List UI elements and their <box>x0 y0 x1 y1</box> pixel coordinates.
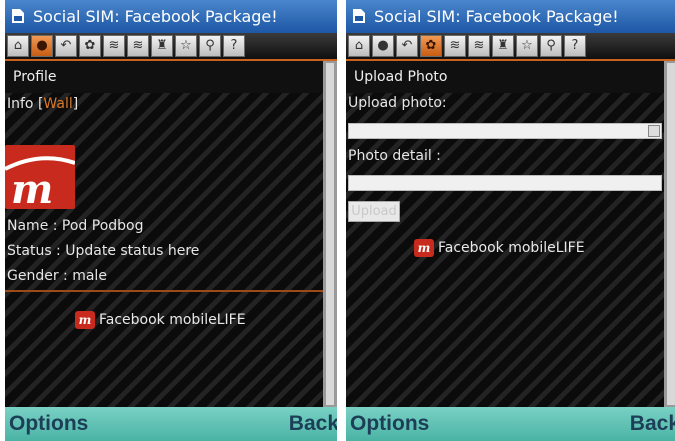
search-icon[interactable]: ⚲ <box>199 35 221 57</box>
options-softkey[interactable]: Options <box>350 412 429 436</box>
info-row: Info [Wall] <box>7 96 78 112</box>
upload-photo-label: Upload photo: <box>348 95 447 111</box>
svg-text:m: m <box>11 166 53 209</box>
brand-footer: m Facebook mobileLIFE <box>75 311 246 329</box>
help-icon[interactable]: ? <box>564 35 586 57</box>
friends-icon[interactable]: ♜ <box>151 35 173 57</box>
scrollbar-thumb[interactable] <box>667 63 675 405</box>
browse-icon[interactable] <box>648 125 660 137</box>
feed-alt-icon[interactable]: ≋ <box>127 35 149 57</box>
photo-detail-label: Photo detail : <box>348 148 441 164</box>
profile-name: Name : Pod Podbog <box>7 218 144 234</box>
brand-footer: m Facebook mobileLIFE <box>414 239 585 257</box>
title-bar: Social SIM: Facebook Package! <box>5 0 337 33</box>
search-icon[interactable]: ⚲ <box>540 35 562 57</box>
section-title: Upload Photo <box>346 61 664 93</box>
friends-icon[interactable]: ♜ <box>492 35 514 57</box>
title-bar: Social SIM: Facebook Package! <box>346 0 675 33</box>
avatar: m <box>5 145 75 209</box>
scrollbar[interactable] <box>323 61 337 407</box>
profile-icon[interactable]: ● <box>372 35 394 57</box>
brand-text: Facebook mobileLIFE <box>99 312 246 328</box>
star-icon[interactable]: ☆ <box>175 35 197 57</box>
toolbar: ⌂ ● ↶ ✿ ≋ ≋ ♜ ☆ ⚲ ? <box>346 33 675 61</box>
back-arrow-icon[interactable]: ↶ <box>396 35 418 57</box>
info-label: Info [ <box>7 96 44 112</box>
feed-icon[interactable]: ≋ <box>103 35 125 57</box>
app-title: Social SIM: Facebook Package! <box>374 7 619 26</box>
help-icon[interactable]: ? <box>223 35 245 57</box>
upload-button[interactable]: Upload <box>348 201 400 222</box>
scrollbar[interactable] <box>664 61 675 407</box>
wall-link[interactable]: Wall <box>43 96 72 112</box>
photo-icon[interactable]: ✿ <box>79 35 101 57</box>
softkey-bar: Options Back <box>5 407 337 441</box>
photo-icon[interactable]: ✿ <box>420 35 442 57</box>
divider <box>5 290 323 292</box>
upload-content: Upload Photo Upload photo: Photo detail … <box>346 61 664 407</box>
profile-content: Profile Info [Wall] m Name : Pod Podbog … <box>5 61 323 407</box>
home-icon[interactable]: ⌂ <box>348 35 370 57</box>
upload-photo-field[interactable] <box>348 123 662 139</box>
photo-detail-field[interactable] <box>348 175 662 191</box>
sim-card-icon <box>11 8 25 24</box>
info-close: ] <box>72 96 79 112</box>
toolbar: ⌂ ● ↶ ✿ ≋ ≋ ♜ ☆ ⚲ ? <box>5 33 337 61</box>
section-title: Profile <box>5 61 323 93</box>
softkey-bar: Options Back <box>346 407 675 441</box>
upload-photo-screen: Social SIM: Facebook Package! ⌂ ● ↶ ✿ ≋ … <box>346 0 675 441</box>
feed-alt-icon[interactable]: ≋ <box>468 35 490 57</box>
back-softkey[interactable]: Back <box>630 412 675 436</box>
profile-status[interactable]: Status : Update status here <box>7 243 199 259</box>
profile-icon[interactable]: ● <box>31 35 53 57</box>
profile-screen: Social SIM: Facebook Package! ⌂ ● ↶ ✿ ≋ … <box>5 0 337 441</box>
sim-card-icon <box>352 8 366 24</box>
brand-text: Facebook mobileLIFE <box>438 240 585 256</box>
scrollbar-thumb[interactable] <box>326 63 334 405</box>
feed-icon[interactable]: ≋ <box>444 35 466 57</box>
mobilelife-logo-icon: m <box>414 239 434 257</box>
profile-gender: Gender : male <box>7 268 107 284</box>
options-softkey[interactable]: Options <box>9 412 88 436</box>
home-icon[interactable]: ⌂ <box>7 35 29 57</box>
star-icon[interactable]: ☆ <box>516 35 538 57</box>
back-arrow-icon[interactable]: ↶ <box>55 35 77 57</box>
back-softkey[interactable]: Back <box>289 412 337 436</box>
mobilelife-logo-icon: m <box>75 311 95 329</box>
app-title: Social SIM: Facebook Package! <box>33 7 278 26</box>
